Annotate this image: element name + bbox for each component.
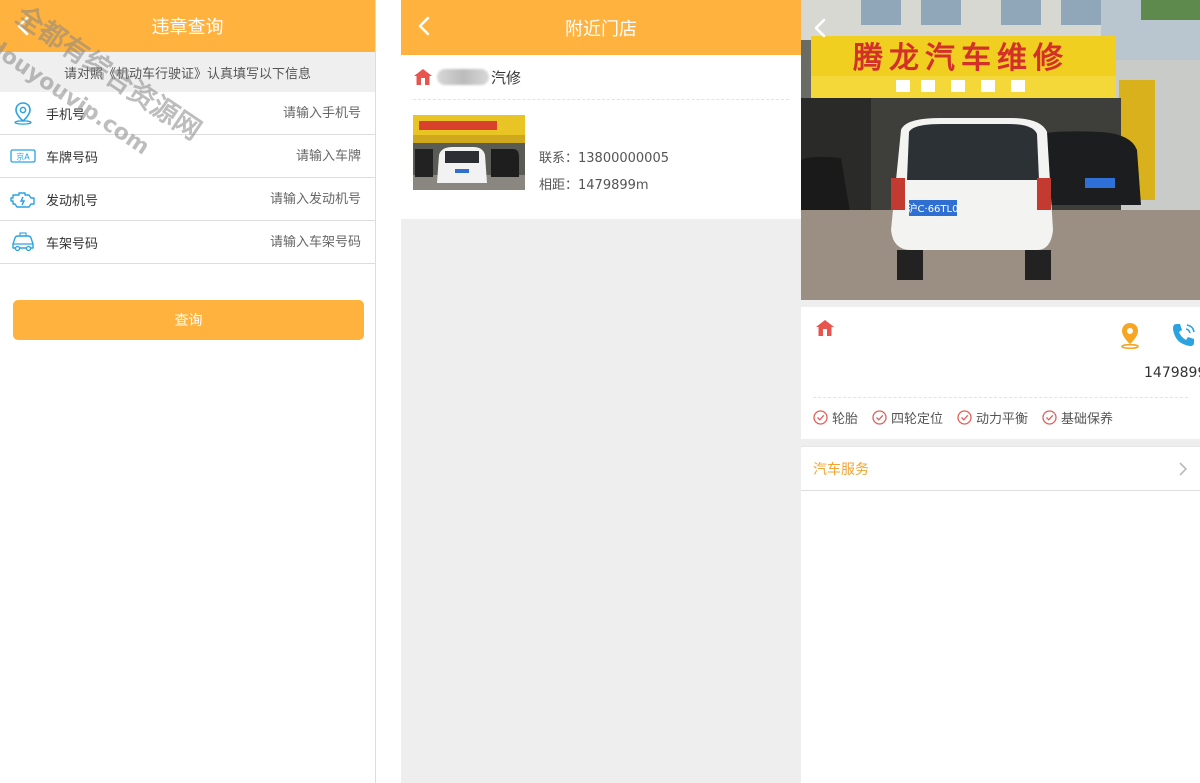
violation-query-panel: 违章查询 请对照《机动车行驶证》认真填写以下信息 手机号 京A 车牌号码 发动机…: [0, 0, 376, 783]
home-icon: [414, 69, 432, 85]
form-notice: 请对照《机动车行驶证》认真填写以下信息: [0, 52, 375, 92]
plate-text: 沪C·66TL0: [908, 202, 959, 215]
engine-input[interactable]: [156, 191, 361, 207]
store-contact: 联系：13800000005: [539, 151, 669, 166]
car-service-row[interactable]: 汽车服务: [801, 446, 1200, 491]
tag-maintenance: 基础保养: [1042, 408, 1113, 427]
violation-header: 违章查询: [0, 0, 375, 52]
page-title: 附近门店: [565, 18, 637, 40]
location-pin-icon: [10, 100, 36, 126]
phone-icon: [1173, 324, 1195, 346]
nearby-header: 附近门店: [401, 0, 801, 55]
store-card[interactable]: 汽修 联系：13800000005 相距：1479899m: [401, 55, 801, 219]
engine-row: 发动机号: [0, 178, 375, 221]
navigate-button[interactable]: [1118, 321, 1142, 353]
phone-input[interactable]: [156, 105, 361, 121]
section-separator: [801, 439, 1200, 446]
chevron-left-icon: [814, 18, 826, 38]
nearby-stores-panel: 附近门店 汽修 联系：13800000005 相距：1479899m: [401, 0, 801, 783]
store-thumbnail: [413, 115, 525, 190]
section-separator: [801, 300, 1200, 307]
plate-icon-text: 京A: [16, 152, 30, 162]
plate-input[interactable]: [156, 148, 361, 164]
service-tags: 轮胎 四轮定位 动力平衡 基础保养: [813, 397, 1188, 427]
plate-row: 京A 车牌号码: [0, 135, 375, 178]
phone-label: 手机号: [46, 107, 86, 123]
store-info: 联系：13800000005 相距：1479899m: [539, 115, 669, 199]
store-name-blurred: [437, 69, 489, 85]
check-circle-icon: [1042, 410, 1057, 425]
store-photo: 腾龙汽车维修 沪C·66TL0: [801, 0, 1200, 300]
query-button[interactable]: 查询: [13, 300, 364, 340]
license-plate-icon: 京A: [10, 143, 36, 169]
page-title: 违章查询: [151, 17, 224, 38]
store-name-row: 汽修: [413, 55, 789, 100]
tag-label: 四轮定位: [891, 412, 944, 427]
store-distance: 相距：1479899m: [539, 178, 649, 193]
tag-label: 动力平衡: [976, 412, 1029, 427]
tag-tires: 轮胎: [813, 408, 858, 427]
frame-input[interactable]: [156, 234, 361, 250]
plate-label: 车牌号码: [46, 150, 99, 166]
home-icon: [816, 320, 834, 336]
store-detail-info: 1479899m 轮胎 四轮定位 动力平衡 基础保养: [801, 307, 1200, 439]
store-actions: [1118, 321, 1200, 353]
check-circle-icon: [872, 410, 887, 425]
back-button[interactable]: [413, 14, 435, 38]
tag-alignment: 四轮定位: [872, 408, 943, 427]
frame-label: 车架号码: [46, 236, 99, 252]
store-detail-distance: 1479899m: [1144, 365, 1200, 381]
back-button[interactable]: [809, 16, 831, 40]
store-name: 汽修: [491, 68, 522, 87]
check-circle-icon: [813, 410, 828, 425]
tag-balancing: 动力平衡: [957, 408, 1028, 427]
map-pin-icon: [1121, 323, 1139, 350]
store-body: 联系：13800000005 相距：1479899m: [413, 115, 789, 199]
shop-sign-text: 腾龙汽车维修: [853, 41, 1069, 76]
service-label: 汽车服务: [813, 461, 869, 478]
call-button[interactable]: [1170, 321, 1200, 353]
engine-label: 发动机号: [46, 193, 99, 209]
chevron-left-icon: [17, 16, 29, 36]
chevron-left-icon: [418, 16, 430, 36]
check-circle-icon: [957, 410, 972, 425]
engine-icon: [10, 186, 36, 212]
car-icon: [10, 229, 36, 255]
store-detail-panel: 腾龙汽车维修 沪C·66TL0 147989 轮胎 四轮定位 动力平衡 基础保养…: [801, 0, 1200, 783]
tag-label: 基础保养: [1061, 412, 1114, 427]
tag-label: 轮胎: [832, 412, 859, 427]
phone-row: 手机号: [0, 92, 375, 135]
frame-row: 车架号码: [0, 221, 375, 264]
chevron-right-icon: [1179, 461, 1188, 476]
back-button[interactable]: [12, 14, 34, 38]
